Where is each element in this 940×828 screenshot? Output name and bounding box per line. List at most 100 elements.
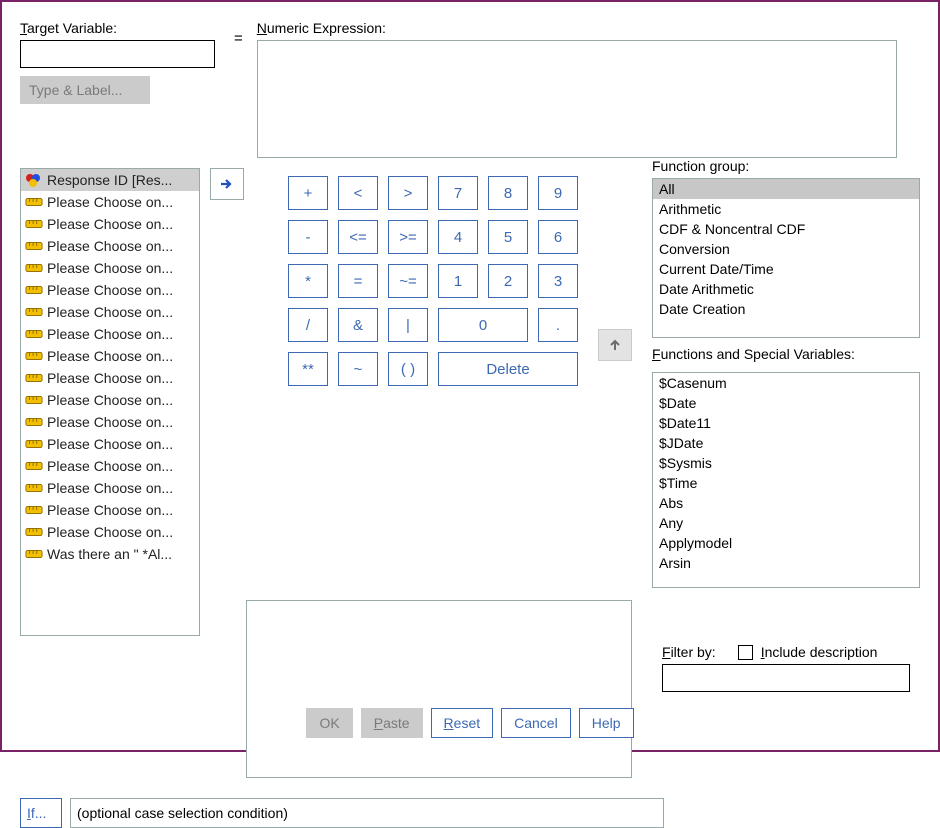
function-item[interactable]: $Date11 <box>653 413 919 433</box>
keypad--button[interactable]: ** <box>288 352 328 386</box>
keypad--button[interactable]: . <box>538 308 578 342</box>
keypad-7-button[interactable]: 7 <box>438 176 478 210</box>
keypad--button[interactable]: <= <box>338 220 378 254</box>
variable-label: Please Choose on... <box>47 524 173 540</box>
variable-item[interactable]: Please Choose on... <box>21 477 199 499</box>
variable-label: Please Choose on... <box>47 502 173 518</box>
function-group-item[interactable]: All <box>653 179 919 199</box>
variable-label: Please Choose on... <box>47 480 173 496</box>
variable-item[interactable]: Was there an " *Al... <box>21 543 199 565</box>
compute-variable-dialog: Target Variable: Type & Label... = Numer… <box>0 0 940 752</box>
function-item[interactable]: Applymodel <box>653 533 919 553</box>
variable-label: Please Choose on... <box>47 436 173 452</box>
target-variable-input[interactable] <box>20 40 215 68</box>
function-group-item[interactable]: Date Arithmetic <box>653 279 919 299</box>
keypad--button[interactable]: & <box>338 308 378 342</box>
keypad--button[interactable]: + <box>288 176 328 210</box>
variable-item[interactable]: Response ID [Res... <box>21 169 199 191</box>
arrow-up-icon <box>608 338 622 352</box>
function-item[interactable]: $Casenum <box>653 373 919 393</box>
variable-label: Please Choose on... <box>47 370 173 386</box>
keypad-delete-button[interactable]: Delete <box>438 352 578 386</box>
keypad--button[interactable]: * <box>288 264 328 298</box>
keypad-3-button[interactable]: 3 <box>538 264 578 298</box>
variable-item[interactable]: Please Choose on... <box>21 279 199 301</box>
scale-icon <box>25 393 43 407</box>
function-group-item[interactable]: Arithmetic <box>653 199 919 219</box>
function-group-item[interactable]: Conversion <box>653 239 919 259</box>
variable-item[interactable]: Please Choose on... <box>21 455 199 477</box>
numeric-expression-label: Numeric Expression: <box>257 20 920 36</box>
variable-label: Please Choose on... <box>47 260 173 276</box>
keypad-2-button[interactable]: 2 <box>488 264 528 298</box>
cancel-button[interactable]: Cancel <box>501 708 571 738</box>
variable-item[interactable]: Please Choose on... <box>21 213 199 235</box>
scale-icon <box>25 239 43 253</box>
reset-button[interactable]: Reset <box>431 708 494 738</box>
move-to-expression-button[interactable] <box>210 168 244 200</box>
insert-function-button <box>598 329 632 361</box>
scale-icon <box>25 327 43 341</box>
function-group-label: Function group: <box>652 158 920 174</box>
keypad--button[interactable]: ~= <box>388 264 428 298</box>
variable-item[interactable]: Please Choose on... <box>21 521 199 543</box>
function-group-list[interactable]: AllArithmeticCDF & Noncentral CDFConvers… <box>652 178 920 338</box>
function-group-item[interactable]: CDF & Noncentral CDF <box>653 219 919 239</box>
functions-label: Functions and Special Variables: <box>652 346 920 362</box>
keypad--button[interactable]: ~ <box>338 352 378 386</box>
scale-icon <box>25 349 43 363</box>
keypad--button[interactable]: >= <box>388 220 428 254</box>
paste-button: Paste <box>361 708 423 738</box>
variable-item[interactable]: Please Choose on... <box>21 345 199 367</box>
keypad--button[interactable]: ( ) <box>388 352 428 386</box>
scale-icon <box>25 415 43 429</box>
numeric-expression-input[interactable] <box>257 40 897 158</box>
variable-item[interactable]: Please Choose on... <box>21 411 199 433</box>
variable-item[interactable]: Please Choose on... <box>21 191 199 213</box>
function-item[interactable]: Abs <box>653 493 919 513</box>
variable-label: Please Choose on... <box>47 348 173 364</box>
keypad-1-button[interactable]: 1 <box>438 264 478 298</box>
function-group-item[interactable]: Current Date/Time <box>653 259 919 279</box>
function-item[interactable]: $Time <box>653 473 919 493</box>
ok-button: OK <box>306 708 352 738</box>
keypad--button[interactable]: | <box>388 308 428 342</box>
keypad--button[interactable]: = <box>338 264 378 298</box>
variable-item[interactable]: Please Choose on... <box>21 235 199 257</box>
type-and-label-button: Type & Label... <box>20 76 150 104</box>
keypad-0-button[interactable]: 0 <box>438 308 528 342</box>
function-item[interactable]: $Sysmis <box>653 453 919 473</box>
functions-list[interactable]: $Casenum$Date$Date11$JDate$Sysmis$TimeAb… <box>652 372 920 588</box>
variable-list[interactable]: Response ID [Res...Please Choose on...Pl… <box>20 168 200 636</box>
keypad-8-button[interactable]: 8 <box>488 176 528 210</box>
keypad--button[interactable]: - <box>288 220 328 254</box>
include-description-checkbox[interactable] <box>738 645 753 660</box>
variable-item[interactable]: Please Choose on... <box>21 301 199 323</box>
variable-item[interactable]: Please Choose on... <box>21 389 199 411</box>
function-group-item[interactable]: Date Creation <box>653 299 919 319</box>
keypad--button[interactable]: / <box>288 308 328 342</box>
scale-icon <box>25 437 43 451</box>
function-item[interactable]: $JDate <box>653 433 919 453</box>
scale-icon <box>25 525 43 539</box>
keypad-5-button[interactable]: 5 <box>488 220 528 254</box>
function-item[interactable]: $Date <box>653 393 919 413</box>
keypad-4-button[interactable]: 4 <box>438 220 478 254</box>
target-variable-label: Target Variable: <box>20 20 220 36</box>
help-button[interactable]: Help <box>579 708 634 738</box>
variable-item[interactable]: Please Choose on... <box>21 367 199 389</box>
keypad-6-button[interactable]: 6 <box>538 220 578 254</box>
variable-item[interactable]: Please Choose on... <box>21 499 199 521</box>
filter-by-input[interactable] <box>662 664 910 692</box>
variable-label: Please Choose on... <box>47 392 173 408</box>
if-button[interactable]: If... <box>20 798 62 828</box>
variable-item[interactable]: Please Choose on... <box>21 433 199 455</box>
keypad--button[interactable]: > <box>388 176 428 210</box>
variable-item[interactable]: Please Choose on... <box>21 323 199 345</box>
function-item[interactable]: Arsin <box>653 553 919 573</box>
function-item[interactable]: Any <box>653 513 919 533</box>
keypad-9-button[interactable]: 9 <box>538 176 578 210</box>
keypad--button[interactable]: < <box>338 176 378 210</box>
variable-item[interactable]: Please Choose on... <box>21 257 199 279</box>
scale-icon <box>25 547 43 561</box>
